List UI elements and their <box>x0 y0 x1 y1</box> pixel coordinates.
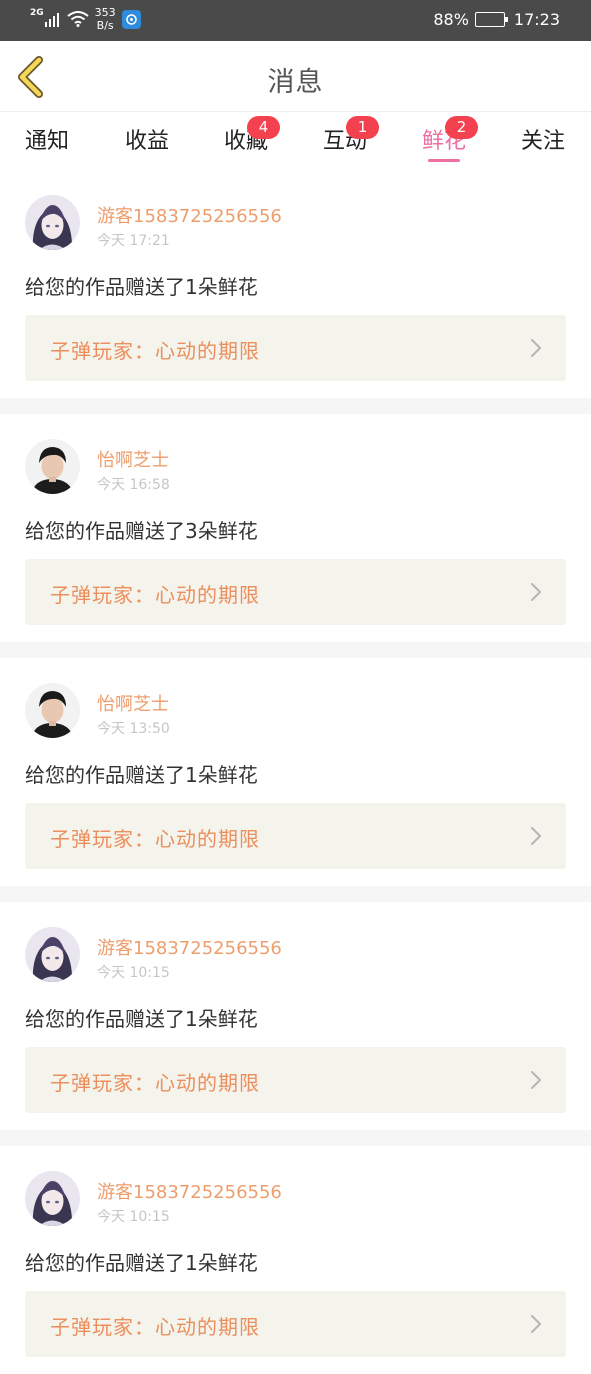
avatar[interactable] <box>25 1171 80 1226</box>
work-link[interactable]: 子弹玩家：心动的期限 <box>25 1047 566 1113</box>
app-notification-icon <box>121 10 141 29</box>
tab-label: 收益 <box>124 129 169 154</box>
chevron-right-icon <box>531 827 541 845</box>
tab-bar: 通知 收益 收藏 4 互动 1 鲜花 2 关注 <box>0 112 591 170</box>
timestamp: 今天 13:50 <box>97 721 170 737</box>
tab-label: 通知 <box>24 129 69 154</box>
message-text: 给您的作品赠送了1朵鲜花 <box>25 275 258 299</box>
message-text: 给您的作品赠送了1朵鲜花 <box>25 1007 258 1031</box>
timestamp: 今天 16:58 <box>97 477 170 493</box>
work-link[interactable]: 子弹玩家：心动的期限 <box>25 1291 566 1357</box>
network-type: 2G <box>30 8 44 18</box>
work-link[interactable]: 子弹玩家：心动的期限 <box>25 803 566 869</box>
avatar[interactable] <box>25 439 80 494</box>
tab-badge: 1 <box>346 116 379 139</box>
username[interactable]: 游客1583725256556 <box>97 934 282 960</box>
list-item: 游客1583725256556 今天 10:15 给您的作品赠送了1朵鲜花 子弹… <box>0 902 591 1130</box>
tab-badge: 4 <box>247 116 280 139</box>
username[interactable]: 游客1583725256556 <box>97 1178 282 1204</box>
tab-favorites[interactable]: 收藏 4 <box>206 116 286 155</box>
username[interactable]: 怡啊芝士 <box>97 690 169 716</box>
work-title: 子弹玩家：心动的期限 <box>50 1315 260 1339</box>
list-item: 怡啊芝士 今天 13:50 给您的作品赠送了1朵鲜花 子弹玩家：心动的期限 <box>0 658 591 886</box>
timestamp: 今天 10:15 <box>97 965 170 981</box>
message-text: 给您的作品赠送了1朵鲜花 <box>25 763 258 787</box>
avatar[interactable] <box>25 195 80 250</box>
tab-badge: 2 <box>445 116 478 139</box>
active-tab-indicator <box>428 159 460 162</box>
work-title: 子弹玩家：心动的期限 <box>50 583 260 607</box>
avatar[interactable] <box>25 683 80 738</box>
work-title: 子弹玩家：心动的期限 <box>50 827 260 851</box>
network-speed: 353 B/s <box>94 6 116 32</box>
username[interactable]: 怡啊芝士 <box>97 446 169 472</box>
list-separator <box>0 886 591 902</box>
list-item: 游客1583725256556 今天 17:21 给您的作品赠送了1朵鲜花 子弹… <box>0 170 591 398</box>
work-title: 子弹玩家：心动的期限 <box>50 1071 260 1095</box>
list-separator <box>0 1130 591 1146</box>
list-item: 怡啊芝士 今天 16:58 给您的作品赠送了3朵鲜花 子弹玩家：心动的期限 <box>0 414 591 642</box>
tab-earnings[interactable]: 收益 <box>107 123 187 155</box>
tab-label: 收藏 4 <box>224 116 280 155</box>
tab-following[interactable]: 关注 <box>503 123 583 155</box>
page-title: 消息 <box>267 67 324 98</box>
signal-icon <box>44 11 61 27</box>
list-item: 游客1583725256556 今天 10:15 给您的作品赠送了1朵鲜花 子弹… <box>0 1146 591 1374</box>
username[interactable]: 游客1583725256556 <box>97 202 282 228</box>
message-text: 给您的作品赠送了1朵鲜花 <box>25 1251 258 1275</box>
avatar[interactable] <box>25 927 80 982</box>
chevron-right-icon <box>531 339 541 357</box>
tab-label: 鲜花 2 <box>422 116 478 155</box>
timestamp: 今天 17:21 <box>97 233 170 249</box>
battery-percent: 88% <box>433 10 469 29</box>
battery-icon <box>474 12 508 27</box>
tab-flowers[interactable]: 鲜花 2 <box>404 116 484 162</box>
message-text: 给您的作品赠送了3朵鲜花 <box>25 519 258 543</box>
tab-label: 互动 1 <box>323 116 379 155</box>
header: 消息 <box>0 41 591 112</box>
clock: 17:23 <box>513 10 560 29</box>
wifi-icon <box>67 11 89 31</box>
list-separator <box>0 642 591 658</box>
work-title: 子弹玩家：心动的期限 <box>50 339 260 363</box>
chevron-right-icon <box>531 583 541 601</box>
status-bar: 2G 353 B/s 88% 17:23 <box>0 0 591 41</box>
timestamp: 今天 10:15 <box>97 1209 170 1225</box>
work-link[interactable]: 子弹玩家：心动的期限 <box>25 315 566 381</box>
work-link[interactable]: 子弹玩家：心动的期限 <box>25 559 566 625</box>
tab-interactions[interactable]: 互动 1 <box>305 116 385 155</box>
chevron-right-icon <box>531 1315 541 1333</box>
message-list: 游客1583725256556 今天 17:21 给您的作品赠送了1朵鲜花 子弹… <box>0 170 591 1374</box>
tab-notifications[interactable]: 通知 <box>7 123 87 155</box>
tab-label: 关注 <box>520 129 565 154</box>
list-separator <box>0 398 591 414</box>
chevron-right-icon <box>531 1071 541 1089</box>
